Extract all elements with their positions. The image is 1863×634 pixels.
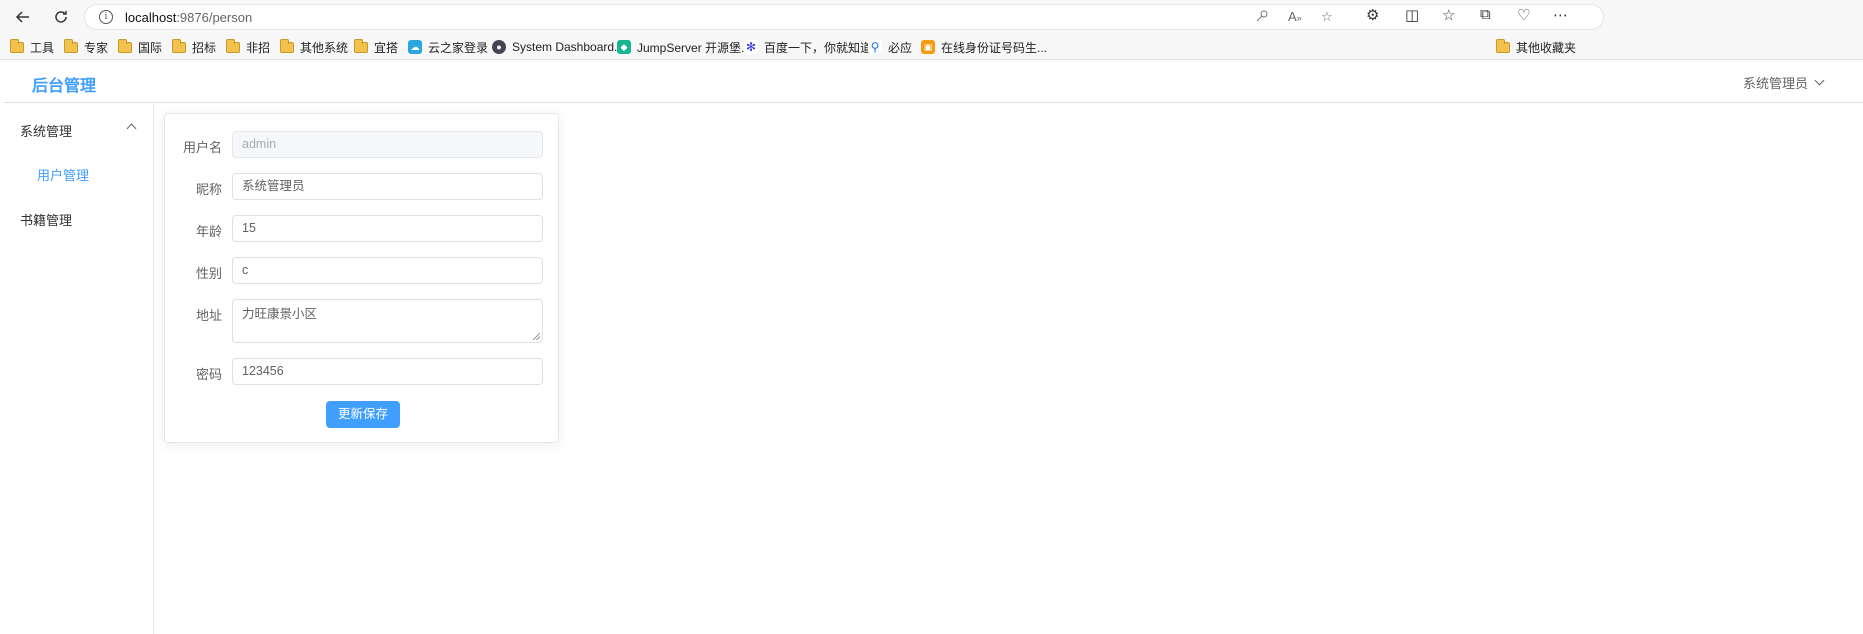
folder-icon	[354, 38, 368, 53]
bookmark-item[interactable]: ● System Dashboard...	[492, 38, 624, 56]
app-page: 后台管理 系统管理员 系统管理 用户管理 书籍管理 用户名 admin 昵称 系…	[0, 61, 1863, 634]
bookmark-item[interactable]: 非招	[226, 38, 270, 56]
age-input[interactable]: 15	[232, 215, 543, 242]
baidu-icon: ✻	[744, 40, 758, 54]
id-card-icon: ▣	[921, 40, 935, 54]
bookmark-item[interactable]: ◆ JumpServer 开源堡...	[617, 38, 751, 56]
key-icon[interactable]	[1255, 9, 1269, 26]
reload-icon[interactable]	[50, 6, 72, 28]
bookmark-label: System Dashboard...	[512, 40, 625, 54]
username-input: admin	[232, 131, 543, 158]
chevron-down-icon	[1814, 75, 1825, 86]
folder-icon	[226, 38, 240, 53]
address-value: 力旺康景小区	[242, 307, 318, 321]
brand-title[interactable]: 后台管理	[32, 72, 96, 96]
collections-icon[interactable]: ⧉	[1480, 6, 1491, 23]
bookmark-label: 必应	[888, 40, 913, 55]
folder-icon	[1496, 38, 1510, 53]
bookmark-item[interactable]: ✻ 百度一下，你就知道	[744, 38, 872, 56]
menu-item-user-management[interactable]: 用户管理	[37, 165, 89, 184]
menu-books[interactable]: 书籍管理	[20, 210, 72, 229]
jumpserver-icon: ◆	[617, 40, 631, 54]
bookmark-label: 非招	[246, 40, 271, 55]
bookmark-item[interactable]: 工具	[10, 38, 54, 56]
bookmark-item[interactable]: ☁ 云之家登录	[408, 38, 488, 56]
person-form-card: 用户名 admin 昵称 系统管理员 年龄 15 性别 c 地址 力旺康景小区 …	[164, 113, 559, 443]
bookmark-item[interactable]: 国际	[118, 38, 162, 56]
url-path: :9876/person	[176, 10, 253, 25]
url-host: localhost	[125, 10, 177, 25]
menu-system[interactable]: 系统管理	[20, 121, 72, 140]
password-input[interactable]: 123456	[232, 358, 543, 385]
address-label: 地址	[195, 308, 222, 323]
read-aloud-icon[interactable]: A»	[1288, 9, 1302, 24]
favorites-icon[interactable]: ☆	[1442, 6, 1455, 24]
url-text[interactable]: localhost:9876/person	[125, 10, 252, 25]
folder-icon	[280, 38, 294, 53]
bookmark-label: 专家	[84, 40, 109, 55]
folder-icon	[64, 38, 78, 53]
address-textarea[interactable]: 力旺康景小区	[232, 299, 543, 343]
sidebar: 系统管理 用户管理 书籍管理	[4, 104, 154, 634]
chevron-up-icon[interactable]	[126, 123, 137, 134]
bookmark-label: 其他系统	[300, 40, 349, 55]
bookmark-item[interactable]: 专家	[64, 38, 108, 56]
more-menu-icon[interactable]: ⋯	[1553, 6, 1568, 24]
bookmark-label: 百度一下，你就知道	[764, 40, 873, 55]
search-icon: ⚲	[868, 40, 882, 54]
app-header: 后台管理 系统管理员	[4, 61, 1863, 103]
bookmark-item[interactable]: 招标	[172, 38, 216, 56]
password-label: 密码	[195, 367, 222, 382]
site-info-icon[interactable]: i	[99, 10, 113, 24]
username-label: 用户名	[182, 140, 222, 155]
menu-system-label: 系统管理	[20, 124, 73, 139]
browser-essentials-icon[interactable]: ♡	[1517, 6, 1530, 24]
bookmark-item[interactable]: ⚲ 必应	[868, 38, 912, 56]
browser-toolbar: i localhost:9876/person A» ☆ ⚙ ◫ ☆ ⧉ ♡ ⋯	[0, 0, 1863, 34]
bookmark-item[interactable]: 其他系统	[280, 38, 348, 56]
favorite-star-icon[interactable]: ☆	[1321, 9, 1333, 25]
bookmark-label: 工具	[30, 40, 55, 55]
back-arrow-icon[interactable]	[12, 6, 34, 28]
nickname-input[interactable]: 系统管理员	[232, 173, 543, 200]
extensions-icon[interactable]: ⚙	[1366, 6, 1379, 24]
age-label: 年龄	[195, 224, 222, 239]
bookmark-label: JumpServer 开源堡...	[637, 40, 752, 55]
bookmark-label: 在线身份证号码生...	[941, 40, 1048, 55]
user-dropdown[interactable]: 系统管理员	[1742, 73, 1825, 92]
bookmark-label: 宜搭	[374, 40, 399, 55]
split-screen-icon[interactable]: ◫	[1405, 6, 1419, 24]
folder-icon	[118, 38, 132, 53]
bookmark-item[interactable]: ▣ 在线身份证号码生...	[921, 38, 1047, 56]
nickname-label: 昵称	[195, 182, 222, 197]
menu-books-label: 书籍管理	[20, 213, 73, 228]
bookmark-item[interactable]: 宜搭	[354, 38, 398, 56]
bookmark-label: 其他收藏夹	[1516, 40, 1577, 55]
resize-handle-icon[interactable]	[533, 333, 540, 340]
dashboard-icon: ●	[492, 40, 506, 54]
user-name: 系统管理员	[1742, 76, 1808, 91]
save-button[interactable]: 更新保存	[326, 401, 400, 428]
bookmarks-bar: 工具 专家 国际 招标 非招 其他系统 宜搭 ☁ 云之家登录 ● System Da…	[0, 34, 1863, 60]
folder-icon	[10, 38, 24, 53]
sex-label: 性别	[195, 266, 222, 281]
sex-input[interactable]: c	[232, 257, 543, 284]
folder-icon	[172, 38, 186, 53]
bookmark-label: 国际	[138, 40, 163, 55]
other-bookmarks[interactable]: 其他收藏夹	[1496, 38, 1576, 56]
bookmark-label: 云之家登录	[428, 40, 489, 55]
cloud-icon: ☁	[408, 40, 422, 54]
bookmark-label: 招标	[192, 40, 217, 55]
